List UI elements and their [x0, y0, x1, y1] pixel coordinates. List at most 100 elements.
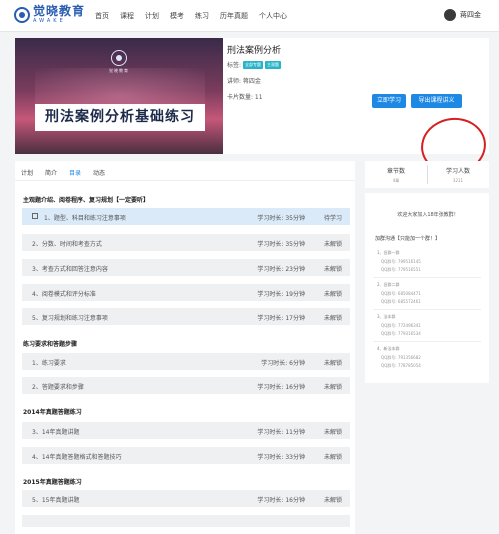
lesson-row[interactable]: 4、阅卷模式和评分标准 学习时长: 19分钟 未解锁	[22, 284, 350, 301]
group-number[interactable]: QQ群号: 779516551	[381, 267, 421, 273]
divider	[373, 277, 481, 278]
logo[interactable]: 觉晓教育 AWAKE	[14, 5, 85, 24]
lesson-title: 3、14年真题讲题	[32, 429, 80, 436]
cover-subtitle: 觉晓教育	[109, 68, 129, 73]
nav-mock-exam[interactable]: 模考	[170, 11, 184, 21]
lesson-status: 未解锁	[323, 315, 342, 322]
lesson-status: 未解锁	[323, 454, 342, 461]
welcome-text: 欢迎大家加入18年张教群！	[397, 212, 459, 218]
logo-subtext: AWAKE	[33, 18, 66, 24]
group-number[interactable]: QQ群号: 791356682	[381, 355, 421, 361]
course-tags: 标签: 全部专题 主观题	[227, 60, 282, 69]
lesson-title: 4、14年真题答题格式和答题技巧	[32, 454, 122, 461]
nav-home[interactable]: 首页	[95, 11, 109, 21]
avatar[interactable]	[444, 9, 456, 21]
group-number[interactable]: QQ群号: 779316534	[381, 331, 421, 337]
user-name[interactable]: 蒋四金	[460, 10, 481, 20]
lesson-duration: 学习时长: 6分钟	[261, 360, 305, 367]
lesson-status: 未解锁	[323, 429, 342, 436]
course-stats: 章节数 4章 学习人数 3211	[365, 161, 489, 188]
lesson-title: 4、阅卷模式和评分标准	[32, 291, 96, 298]
lesson-title: 2、分数、时间和考查方式	[32, 241, 102, 248]
group-number[interactable]: QQ群号: 772496341	[381, 323, 421, 329]
lesson-title: 3、考查方式和回答注意内容	[32, 266, 108, 273]
divider	[373, 341, 481, 342]
lesson-duration: 学习时长: 33分钟	[257, 454, 305, 461]
nav-courses[interactable]: 课程	[120, 11, 134, 21]
lesson-duration: 学习时长: 35分钟	[257, 215, 305, 222]
lesson-duration: 学习时长: 16分钟	[257, 384, 305, 391]
main-menu: 首页 课程 计划 模考 练习 历年真题 个人中心	[95, 11, 298, 21]
group-name: 2、旧群二群	[377, 282, 400, 287]
chapter-count: 章节数 4章	[365, 166, 427, 184]
lesson-status: 未解锁	[323, 291, 342, 298]
lesson-title: 5、复习规划和练习注意事项	[32, 315, 108, 322]
section-title: 主观题介绍、阅卷程序、复习规划【一定要听】	[23, 197, 150, 204]
lesson-status: 未解锁	[323, 241, 342, 248]
logo-text: 觉晓教育	[33, 4, 86, 18]
learner-count-label: 学习人数	[445, 168, 470, 175]
lesson-row[interactable]: 1、练习要求 学习时长: 6分钟 未解锁	[22, 353, 350, 370]
learner-count: 学习人数 3211	[427, 166, 489, 183]
lesson-row[interactable]: 3、14年真题讲题 学习时长: 11分钟 未解锁	[22, 422, 350, 439]
lesson-status: 未解锁	[323, 266, 342, 273]
lesson-row[interactable]: 4、14年真题答题格式和答题技巧 学习时长: 33分钟 未解锁	[22, 447, 350, 464]
course-cover-image: 觉晓教育 刑法案例分析基础练习	[15, 38, 223, 154]
logo-icon	[14, 6, 30, 23]
lesson-row[interactable]: 5、15年真题讲题 学习时长: 16分钟 未解锁	[22, 490, 350, 507]
group-number[interactable]: QQ群号: 778785054	[381, 363, 421, 369]
course-teacher: 讲师: 蒋四金	[227, 78, 261, 85]
play-icon	[32, 213, 38, 219]
tags-label: 标签:	[227, 62, 242, 69]
export-handout-button[interactable]: 导出课程讲义	[411, 94, 462, 108]
cover-title: 刑法案例分析基础练习	[45, 109, 195, 125]
group-number[interactable]: QQ群号: 685084471	[381, 291, 421, 297]
start-study-button[interactable]: 立即学习	[372, 94, 406, 108]
tag-badge: 全部专题	[243, 60, 264, 69]
lesson-title: 1、题型、科目和练习注意事项	[44, 215, 126, 222]
lesson-row[interactable]: 2、答题要求和步骤 学习时长: 16分钟 未解锁	[22, 377, 350, 394]
nav-plan[interactable]: 计划	[145, 11, 159, 21]
chapter-count-value: 4章	[392, 178, 400, 183]
lesson-title: 5、15年真题讲题	[32, 497, 80, 504]
lesson-title: 2、答题要求和步骤	[32, 384, 84, 391]
lesson-status: 未解锁	[323, 360, 342, 367]
lesson-status: 未解锁	[323, 497, 342, 504]
chapter-count-label: 章节数	[386, 168, 405, 175]
divider	[373, 309, 481, 310]
cover-logo-icon	[111, 50, 127, 66]
lesson-duration: 学习时长: 23分钟	[257, 266, 305, 273]
lesson-duration: 学习时长: 17分钟	[257, 315, 305, 322]
lesson-duration: 学习时长: 35分钟	[257, 241, 305, 248]
lesson-duration: 学习时长: 11分钟	[257, 429, 305, 436]
group-name: 1、旧群一群	[377, 250, 400, 255]
card-count: 卡片数量: 11	[227, 94, 263, 101]
nav-past-exams[interactable]: 历年真题	[220, 11, 248, 21]
section-title: 2015年真题答题练习	[23, 479, 82, 486]
learner-count-value: 3211	[452, 178, 464, 183]
group-number[interactable]: QQ群号: 685572461	[381, 299, 421, 305]
nav-profile[interactable]: 个人中心	[259, 11, 287, 21]
lesson-status: 待学习	[323, 215, 342, 222]
divider	[15, 180, 355, 181]
lesson-row[interactable]	[22, 515, 350, 527]
join-group-title: 加群沟通【只能加一个群！】	[375, 236, 441, 242]
lesson-row[interactable]: 3、考查方式和回答注意内容 学习时长: 23分钟 未解锁	[22, 259, 350, 276]
top-nav: 觉晓教育 AWAKE 首页 课程 计划 模考 练习 历年真题 个人中心 蒋四金	[0, 0, 499, 32]
section-title: 2014年真题答题练习	[23, 409, 82, 416]
lesson-row[interactable]: 5、复习规划和练习注意事项 学习时长: 17分钟 未解锁	[22, 308, 350, 325]
user-menu[interactable]: 蒋四金	[444, 9, 481, 21]
group-number[interactable]: QQ群号: 799516145	[381, 259, 421, 265]
section-title: 练习要求和答题步骤	[23, 341, 78, 348]
lesson-row[interactable]: 2、分数、时间和考查方式 学习时长: 35分钟 未解锁	[22, 234, 350, 251]
nav-practice[interactable]: 练习	[195, 11, 209, 21]
lesson-duration: 学习时长: 19分钟	[257, 291, 305, 298]
group-name: 3、法本群	[377, 314, 396, 319]
lesson-row[interactable]: 1、题型、科目和练习注意事项 学习时长: 35分钟 待学习	[22, 208, 350, 225]
course-catalog: 计划 简介 目录 动态 主观题介绍、阅卷程序、复习规划【一定要听】 1、题型、科…	[15, 161, 355, 534]
tag-badge: 主观题	[265, 60, 282, 69]
lesson-title: 1、练习要求	[32, 360, 66, 367]
lesson-status: 未解锁	[323, 384, 342, 391]
lesson-duration: 学习时长: 16分钟	[257, 497, 305, 504]
course-title: 刑法案例分析	[227, 46, 282, 56]
